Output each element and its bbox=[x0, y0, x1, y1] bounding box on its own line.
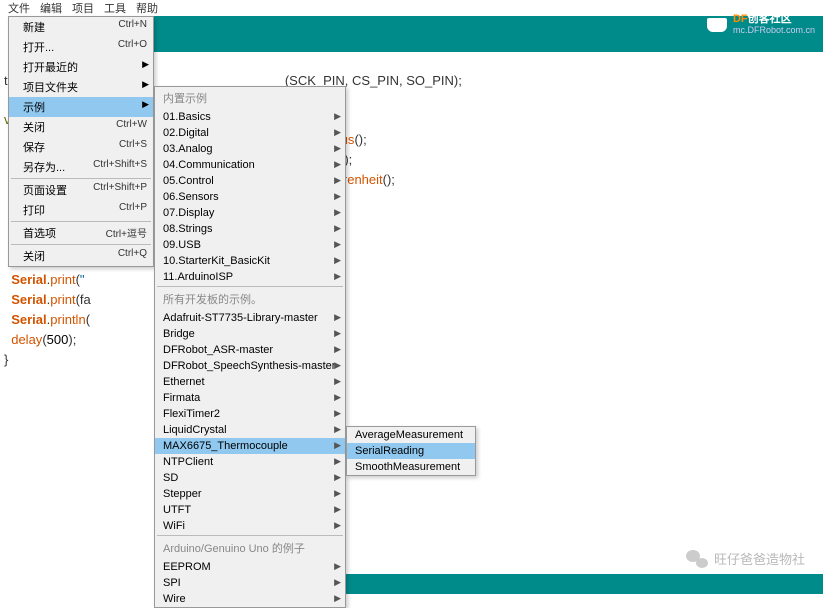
examples-menu-item[interactable]: 04.Communication▶ bbox=[155, 157, 345, 173]
example-sketch-item[interactable]: SmoothMeasurement bbox=[347, 459, 475, 475]
examples-menu-item[interactable]: UTFT▶ bbox=[155, 502, 345, 518]
examples-menu-item[interactable]: 02.Digital▶ bbox=[155, 125, 345, 141]
menu-section-header: Arduino/Genuino Uno 的例子 bbox=[155, 537, 345, 559]
watermark: 旺仔爸爸造物社 bbox=[686, 549, 805, 568]
examples-menu-item[interactable]: 08.Strings▶ bbox=[155, 221, 345, 237]
examples-menu-item[interactable]: 06.Sensors▶ bbox=[155, 189, 345, 205]
examples-menu-item[interactable]: EEPROM▶ bbox=[155, 559, 345, 575]
menu-section-header: 内置示例 bbox=[155, 87, 345, 109]
examples-menu-item[interactable]: DFRobot_SpeechSynthesis-master▶ bbox=[155, 358, 345, 374]
examples-menu-item[interactable]: LiquidCrystal▶ bbox=[155, 422, 345, 438]
menu-edit[interactable]: 编辑 bbox=[36, 0, 66, 16]
examples-menu-item[interactable]: WiFi▶ bbox=[155, 518, 345, 534]
examples-menu-item[interactable]: 05.Control▶ bbox=[155, 173, 345, 189]
robot-icon bbox=[707, 18, 727, 32]
examples-menu-item[interactable]: MAX6675_Thermocouple▶ bbox=[155, 438, 345, 454]
menu-tools[interactable]: 工具 bbox=[100, 0, 130, 16]
file-menu-item[interactable]: 打印Ctrl+P bbox=[9, 200, 153, 220]
menubar: 文件 编辑 项目 工具 帮助 bbox=[0, 0, 823, 16]
file-menu-item[interactable]: 项目文件夹▶ bbox=[9, 77, 153, 97]
examples-menu-item[interactable]: SPI▶ bbox=[155, 575, 345, 591]
wechat-icon bbox=[686, 550, 708, 568]
file-dropdown-menu: 新建Ctrl+N打开...Ctrl+O打开最近的▶项目文件夹▶示例▶关闭Ctrl… bbox=[8, 16, 154, 267]
examples-menu-item[interactable]: 07.Display▶ bbox=[155, 205, 345, 221]
file-menu-item[interactable]: 首选项Ctrl+逗号 bbox=[9, 223, 153, 243]
menu-sketch[interactable]: 项目 bbox=[68, 0, 98, 16]
file-menu-item[interactable]: 新建Ctrl+N bbox=[9, 17, 153, 37]
examples-menu-item[interactable]: Bridge▶ bbox=[155, 326, 345, 342]
examples-menu-item[interactable]: FlexiTimer2▶ bbox=[155, 406, 345, 422]
examples-menu-item[interactable]: Adafruit-ST7735-Library-master▶ bbox=[155, 310, 345, 326]
examples-menu-item[interactable]: Ethernet▶ bbox=[155, 374, 345, 390]
file-menu-item[interactable]: 另存为...Ctrl+Shift+S bbox=[9, 157, 153, 177]
example-sketch-item[interactable]: SerialReading bbox=[347, 443, 475, 459]
examples-menu-item[interactable]: 11.ArduinoISP▶ bbox=[155, 269, 345, 285]
file-menu-item[interactable]: 保存Ctrl+S bbox=[9, 137, 153, 157]
examples-menu-item[interactable]: Wire▶ bbox=[155, 591, 345, 607]
file-menu-item[interactable]: 关闭Ctrl+W bbox=[9, 117, 153, 137]
examples-menu-item[interactable]: 09.USB▶ bbox=[155, 237, 345, 253]
file-menu-item[interactable]: 示例▶ bbox=[9, 97, 153, 117]
examples-menu-item[interactable]: NTPClient▶ bbox=[155, 454, 345, 470]
file-menu-item[interactable]: 页面设置Ctrl+Shift+P bbox=[9, 180, 153, 200]
status-band bbox=[345, 574, 823, 594]
library-examples-submenu: AverageMeasurementSerialReadingSmoothMea… bbox=[346, 426, 476, 476]
file-menu-item[interactable]: 打开最近的▶ bbox=[9, 57, 153, 77]
examples-menu-item[interactable]: 01.Basics▶ bbox=[155, 109, 345, 125]
file-menu-item[interactable]: 打开...Ctrl+O bbox=[9, 37, 153, 57]
example-sketch-item[interactable]: AverageMeasurement bbox=[347, 427, 475, 443]
examples-menu-item[interactable]: Stepper▶ bbox=[155, 486, 345, 502]
examples-submenu: 内置示例01.Basics▶02.Digital▶03.Analog▶04.Co… bbox=[154, 86, 346, 608]
examples-menu-item[interactable]: SD▶ bbox=[155, 470, 345, 486]
menu-section-header: 所有开发板的示例。 bbox=[155, 288, 345, 310]
file-menu-item[interactable]: 关闭Ctrl+Q bbox=[9, 246, 153, 266]
examples-menu-item[interactable]: 10.StarterKit_BasicKit▶ bbox=[155, 253, 345, 269]
examples-menu-item[interactable]: DFRobot_ASR-master▶ bbox=[155, 342, 345, 358]
menu-help[interactable]: 帮助 bbox=[132, 0, 162, 16]
site-logo: DF创客社区 mc.DFRobot.com.cn bbox=[707, 14, 815, 36]
menu-file[interactable]: 文件 bbox=[4, 0, 34, 16]
examples-menu-item[interactable]: 03.Analog▶ bbox=[155, 141, 345, 157]
examples-menu-item[interactable]: Firmata▶ bbox=[155, 390, 345, 406]
